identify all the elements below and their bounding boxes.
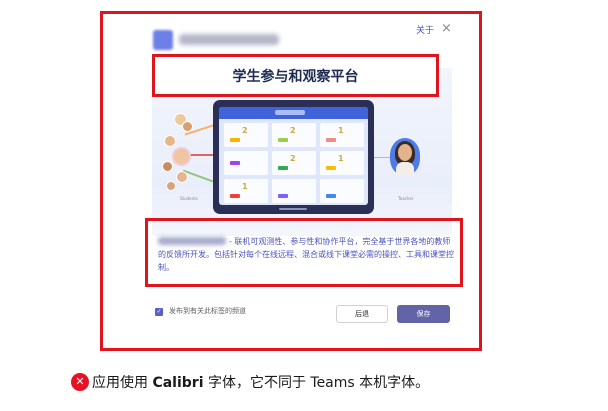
tablet-screen: 2 2 1 2 1 1 <box>219 107 368 205</box>
caption-text: 应用使用 Calibri 字体，它不同于 Teams 本机字体。 <box>92 375 430 391</box>
annotation-title-box: 学生参与和观察平台 <box>152 54 439 97</box>
save-button[interactable]: 保存 <box>397 305 450 323</box>
tablet-cell: 1 <box>224 179 268 203</box>
app-description: - 联机可观测性、参与性和协作平台，完全基于世界各地的教师的反馈所开发。包括针对… <box>158 235 456 274</box>
teacher-caption: Teacher <box>398 196 414 201</box>
app-logo-icon <box>153 30 173 50</box>
students-caption: Students <box>180 196 198 201</box>
tablet-cell: 2 <box>224 123 268 147</box>
font-name: Calibri <box>152 375 204 391</box>
tablet-cell: 2 <box>272 151 316 175</box>
back-button[interactable]: 后退 <box>336 305 388 323</box>
tablet-cell <box>224 151 268 175</box>
tablet-cell <box>272 179 316 203</box>
tablet-cell: 1 <box>320 151 364 175</box>
tablet-illustration: 2 2 1 2 1 1 <box>213 100 374 214</box>
tablet-cell: 1 <box>320 123 364 147</box>
teacher-illustration <box>390 138 420 176</box>
page-title: 学生参与和观察平台 <box>232 68 359 85</box>
error-x-icon: ✕ <box>71 373 89 391</box>
annotation-description-box: - 联机可观测性、参与性和协作平台，完全基于世界各地的教师的反馈所开发。包括针对… <box>145 218 463 287</box>
about-link[interactable]: 关于 <box>416 23 434 36</box>
publish-checkbox-label: 发布到有关此标签的频道 <box>169 307 246 315</box>
close-icon[interactable]: × <box>441 21 452 37</box>
students-illustration <box>160 109 214 199</box>
publish-checkbox[interactable]: ✓ <box>155 308 163 316</box>
app-name-blurred <box>179 34 279 45</box>
caption: ✕ 应用使用 Calibri 字体，它不同于 Teams 本机字体。 <box>71 370 429 394</box>
tablet-cell <box>320 179 364 203</box>
app-name-blurred <box>158 237 226 245</box>
tablet-cell: 2 <box>272 123 316 147</box>
